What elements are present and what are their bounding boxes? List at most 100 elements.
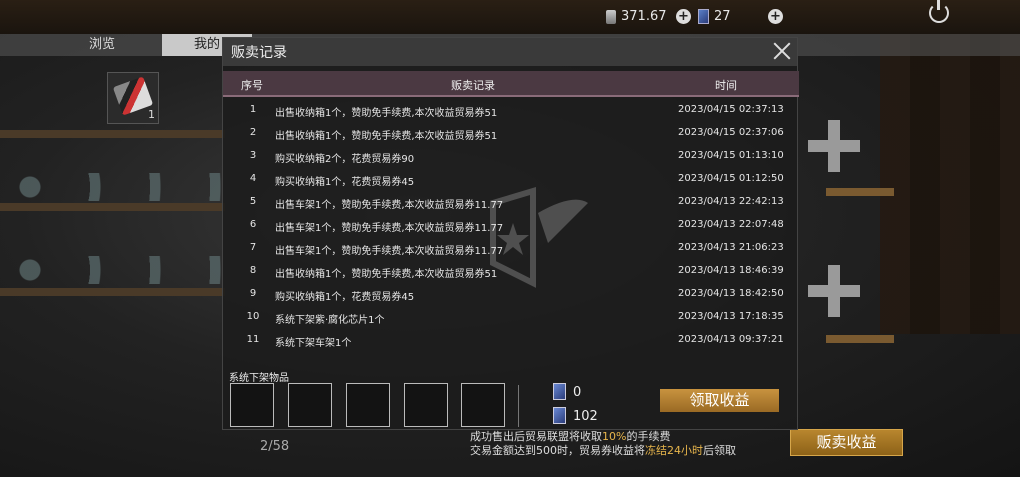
column-record: 贩卖记录: [451, 79, 495, 92]
wall-panel: [880, 34, 1020, 334]
add-coin-button[interactable]: +: [676, 9, 691, 24]
delisted-item-slot[interactable]: [346, 383, 390, 427]
close-icon[interactable]: [773, 42, 791, 60]
sale-income-button[interactable]: 贩卖收益: [790, 429, 903, 456]
pending-ticket-amount: 0: [573, 385, 582, 400]
record-text: 出售收纳箱1个，赞助免手续费,本次收益贸易券51: [275, 108, 498, 119]
ticket-balance: 27: [698, 9, 731, 24]
tab-browse[interactable]: 浏览: [62, 34, 142, 56]
record-number: 8: [249, 265, 257, 276]
shelf: [0, 203, 225, 211]
column-time: 时间: [715, 79, 737, 92]
slot-plate: [826, 335, 894, 343]
record-time: 2023/04/13 21:06:23: [678, 242, 784, 253]
add-slot-icon: [808, 120, 860, 172]
table-row: 1 出售收纳箱1个，赞助免手续费,本次收益贸易券51 2023/04/15 02:3…: [223, 99, 799, 122]
column-no: 序号: [241, 79, 263, 92]
hint-text: 成功售出后贸易联盟将收取: [470, 430, 602, 443]
shelf: [0, 288, 225, 296]
record-time: 2023/04/15 02:37:06: [678, 127, 784, 138]
dialog-title: 贩卖记录: [231, 45, 287, 61]
add-ticket-button[interactable]: +: [768, 9, 783, 24]
fee-hint: 成功售出后贸易联盟将收取10%的手续费 交易金额达到500时，贸易券收益将冻结2…: [470, 430, 736, 458]
divider: [518, 385, 519, 427]
record-time: 2023/04/15 01:13:10: [678, 150, 784, 161]
delisted-items-panel: 系统下架物品 0 102 领取收益: [223, 369, 799, 431]
record-text: 出售车架1个，赞助免手续费,本次收益贸易券11.77: [275, 246, 504, 257]
hint-text: 交易金额达到500时，贸易券收益将: [470, 444, 645, 457]
record-number: 11: [246, 334, 260, 345]
power-icon[interactable]: [929, 0, 949, 23]
record-number: 3: [249, 150, 257, 161]
record-text: 出售收纳箱1个，赞助免手续费,本次收益贸易券51: [275, 269, 498, 280]
hint-highlight: 冻结24小时: [645, 444, 703, 457]
record-text: 系统下架紫·腐化芯片1个: [275, 315, 385, 326]
record-time: 2023/04/13 22:42:13: [678, 196, 784, 207]
record-number: 9: [249, 288, 257, 299]
table-row: 7 出售车架1个，赞助免手续费,本次收益贸易券11.77 2023/04/13 21…: [223, 237, 799, 260]
record-text: 购买收纳箱2个，花费贸易券90: [275, 154, 415, 165]
hint-text: 的手续费: [626, 430, 671, 443]
record-text: 出售收纳箱1个，赞助免手续费,本次收益贸易券51: [275, 131, 498, 142]
record-number: 1: [249, 104, 257, 115]
item-count: 1: [148, 108, 155, 121]
add-slot-icon: [808, 265, 860, 317]
dialog-header: 贩卖记录: [223, 38, 797, 66]
record-text: 系统下架车架1个: [275, 338, 352, 349]
record-time: 2023/04/13 22:07:48: [678, 219, 784, 230]
record-number: 4: [249, 173, 257, 184]
delisted-item-slot[interactable]: [288, 383, 332, 427]
sales-record-dialog: 贩卖记录 序号 贩卖记录 时间 1 出售收纳箱1个，赞助免手续费,本次收益贸易券5…: [222, 37, 799, 431]
shelf: [0, 130, 225, 138]
record-number: 10: [246, 311, 260, 322]
record-time: 2023/04/15 02:37:13: [678, 104, 784, 115]
record-time: 2023/04/13 09:37:21: [678, 334, 784, 345]
hint-text: 后领取: [703, 444, 736, 457]
earned-ticket-amount: 102: [573, 409, 598, 424]
record-text: 出售车架1个，赞助免手续费,本次收益贸易券11.77: [275, 223, 504, 234]
table-row: 5 出售车架1个，赞助免手续费,本次收益贸易券11.77 2023/04/13 22…: [223, 191, 799, 214]
table-row: 9 购买收纳箱1个，花费贸易券45 2023/04/13 18:42:50: [223, 283, 799, 306]
trade-ticket-icon: [553, 407, 566, 424]
table-row: 11 系统下架车架1个 2023/04/13 09:37:21: [223, 329, 799, 352]
coin-balance: 371.67: [606, 9, 667, 24]
table-row: 3 购买收纳箱2个，花费贸易券90 2023/04/15 01:13:10: [223, 145, 799, 168]
coin-amount: 371.67: [621, 9, 667, 24]
record-time: 2023/04/15 01:12:50: [678, 173, 784, 184]
record-time: 2023/04/13 17:18:35: [678, 311, 784, 322]
table-row: 8 出售收纳箱1个，赞助免手续费,本次收益贸易券51 2023/04/13 18:4…: [223, 260, 799, 283]
claim-income-button[interactable]: 领取收益: [660, 389, 779, 412]
inventory-slot[interactable]: 1: [107, 72, 159, 124]
record-text: 出售车架1个，赞助免手续费,本次收益贸易券11.77: [275, 200, 504, 211]
slot-plate: [826, 188, 894, 196]
record-text: 购买收纳箱1个，花费贸易券45: [275, 292, 415, 303]
table-row: 2 出售收纳箱1个，赞助免手续费,本次收益贸易券51 2023/04/15 02:3…: [223, 122, 799, 145]
fee-hint-line2: 交易金额达到500时，贸易券收益将冻结24小时后领取: [470, 444, 736, 458]
record-time: 2023/04/13 18:42:50: [678, 288, 784, 299]
shelf-pots: [0, 173, 225, 201]
page-indicator: 2/58: [260, 439, 290, 454]
record-text: 购买收纳箱1个，花费贸易券45: [275, 177, 415, 188]
ticket-amount: 27: [714, 9, 731, 24]
trade-ticket-icon: [698, 9, 709, 24]
table-header: 序号 贩卖记录 时间: [223, 71, 799, 97]
record-number: 5: [249, 196, 257, 207]
table-row: 6 出售车架1个，赞助免手续费,本次收益贸易券11.77 2023/04/13 22…: [223, 214, 799, 237]
delisted-item-slot[interactable]: [404, 383, 448, 427]
record-number: 6: [249, 219, 257, 230]
delisted-item-slot[interactable]: [461, 383, 505, 427]
table-row: 10 系统下架紫·腐化芯片1个 2023/04/13 17:18:35: [223, 306, 799, 329]
record-list[interactable]: 1 出售收纳箱1个，赞助免手续费,本次收益贸易券51 2023/04/15 02:3…: [223, 99, 799, 367]
fee-hint-line1: 成功售出后贸易联盟将收取10%的手续费: [470, 430, 736, 444]
trade-ticket-icon: [553, 383, 566, 400]
shelf-pots: [0, 256, 225, 284]
coin-icon: [606, 9, 616, 24]
record-time: 2023/04/13 18:46:39: [678, 265, 784, 276]
record-number: 7: [249, 242, 257, 253]
top-bar: 371.67 + 27 +: [0, 0, 1020, 34]
record-number: 2: [249, 127, 257, 138]
delisted-items-label: 系统下架物品: [229, 373, 289, 384]
table-row: 4 购买收纳箱1个，花费贸易券45 2023/04/15 01:12:50: [223, 168, 799, 191]
delisted-item-slot[interactable]: [230, 383, 274, 427]
hint-highlight: 10%: [602, 430, 627, 443]
